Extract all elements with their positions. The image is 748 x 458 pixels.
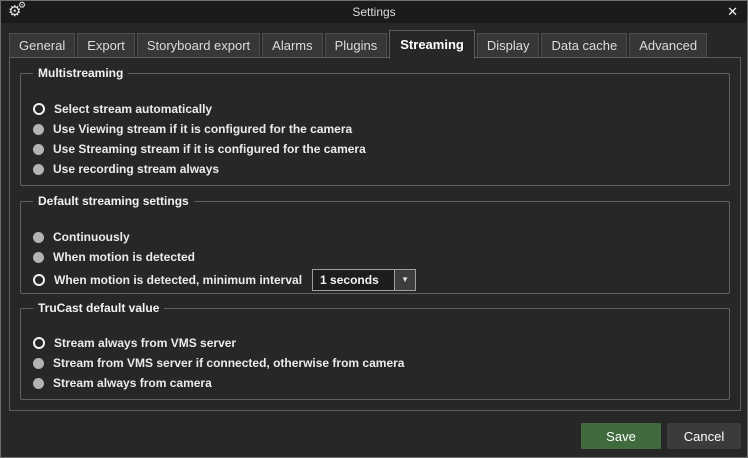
tab-general[interactable]: General [9, 33, 75, 58]
radio-label: Continuously [53, 230, 130, 244]
radio-label: Stream always from VMS server [54, 336, 236, 350]
tab-plugins[interactable]: Plugins [325, 33, 388, 58]
interval-dropdown-value: 1 seconds [313, 270, 394, 290]
group-title: Default streaming settings [33, 194, 194, 209]
radio-selected-icon [33, 103, 45, 115]
radio-stream-vms-otherwise-camera[interactable]: Stream from VMS server if connected, oth… [33, 353, 717, 373]
title-bar: ⚙ ⚙ Settings ✕ [1, 1, 747, 23]
radio-when-motion-detected[interactable]: When motion is detected [33, 247, 717, 267]
chevron-down-icon[interactable]: ▼ [394, 270, 415, 290]
save-button[interactable]: Save [581, 423, 661, 449]
radio-use-recording-stream[interactable]: Use recording stream always [33, 159, 717, 179]
group-title: Multistreaming [33, 66, 128, 81]
radio-continuously[interactable]: Continuously [33, 227, 717, 247]
radio-unselected-icon [33, 144, 44, 155]
radio-when-motion-detected-min-interval[interactable]: When motion is detected, minimum interva… [33, 267, 717, 293]
radio-label: Stream always from camera [53, 376, 212, 390]
tab-data-cache[interactable]: Data cache [541, 33, 627, 58]
tab-streaming[interactable]: Streaming [389, 30, 475, 59]
radio-stream-always-camera[interactable]: Stream always from camera [33, 373, 717, 393]
tab-export[interactable]: Export [77, 33, 135, 58]
radio-selected-icon [33, 337, 45, 349]
window-title: Settings [1, 1, 747, 23]
radio-stream-always-vms[interactable]: Stream always from VMS server [33, 333, 717, 353]
group-multistreaming: Multistreaming Select stream automatical… [20, 73, 730, 186]
interval-dropdown[interactable]: 1 seconds ▼ [312, 269, 416, 291]
radio-label: Use Viewing stream if it is configured f… [53, 122, 352, 136]
radio-unselected-icon [33, 358, 44, 369]
radio-selected-icon [33, 274, 45, 286]
tab-alarms[interactable]: Alarms [262, 33, 322, 58]
radio-unselected-icon [33, 378, 44, 389]
radio-label: When motion is detected, minimum interva… [54, 273, 302, 287]
tab-storyboard-export[interactable]: Storyboard export [137, 33, 260, 58]
radio-label: When motion is detected [53, 250, 195, 264]
radio-label: Use recording stream always [53, 162, 219, 176]
tab-content-panel: Multistreaming Select stream automatical… [9, 57, 741, 411]
radio-label: Select stream automatically [54, 102, 212, 116]
close-icon[interactable]: ✕ [727, 1, 738, 23]
radio-use-streaming-stream[interactable]: Use Streaming stream if it is configured… [33, 139, 717, 159]
radio-unselected-icon [33, 232, 44, 243]
radio-use-viewing-stream[interactable]: Use Viewing stream if it is configured f… [33, 119, 717, 139]
radio-group-trucast: Stream always from VMS server Stream fro… [21, 309, 729, 393]
radio-unselected-icon [33, 124, 44, 135]
radio-unselected-icon [33, 164, 44, 175]
radio-label: Use Streaming stream if it is configured… [53, 142, 366, 156]
tab-advanced[interactable]: Advanced [629, 33, 707, 58]
tab-display[interactable]: Display [477, 33, 540, 58]
tab-bar: General Export Storyboard export Alarms … [9, 30, 709, 58]
radio-select-stream-automatically[interactable]: Select stream automatically [33, 99, 717, 119]
radio-label: Stream from VMS server if connected, oth… [53, 356, 404, 370]
settings-dialog: ⚙ ⚙ Settings ✕ General Export Storyboard… [0, 0, 748, 458]
group-default-streaming-settings: Default streaming settings Continuously … [20, 201, 730, 294]
radio-group-multistreaming: Select stream automatically Use Viewing … [21, 74, 729, 179]
radio-group-default-streaming: Continuously When motion is detected Whe… [21, 202, 729, 293]
group-trucast-default-value: TruCast default value Stream always from… [20, 308, 730, 400]
group-title: TruCast default value [33, 301, 164, 316]
cancel-button[interactable]: Cancel [667, 423, 741, 449]
radio-unselected-icon [33, 252, 44, 263]
